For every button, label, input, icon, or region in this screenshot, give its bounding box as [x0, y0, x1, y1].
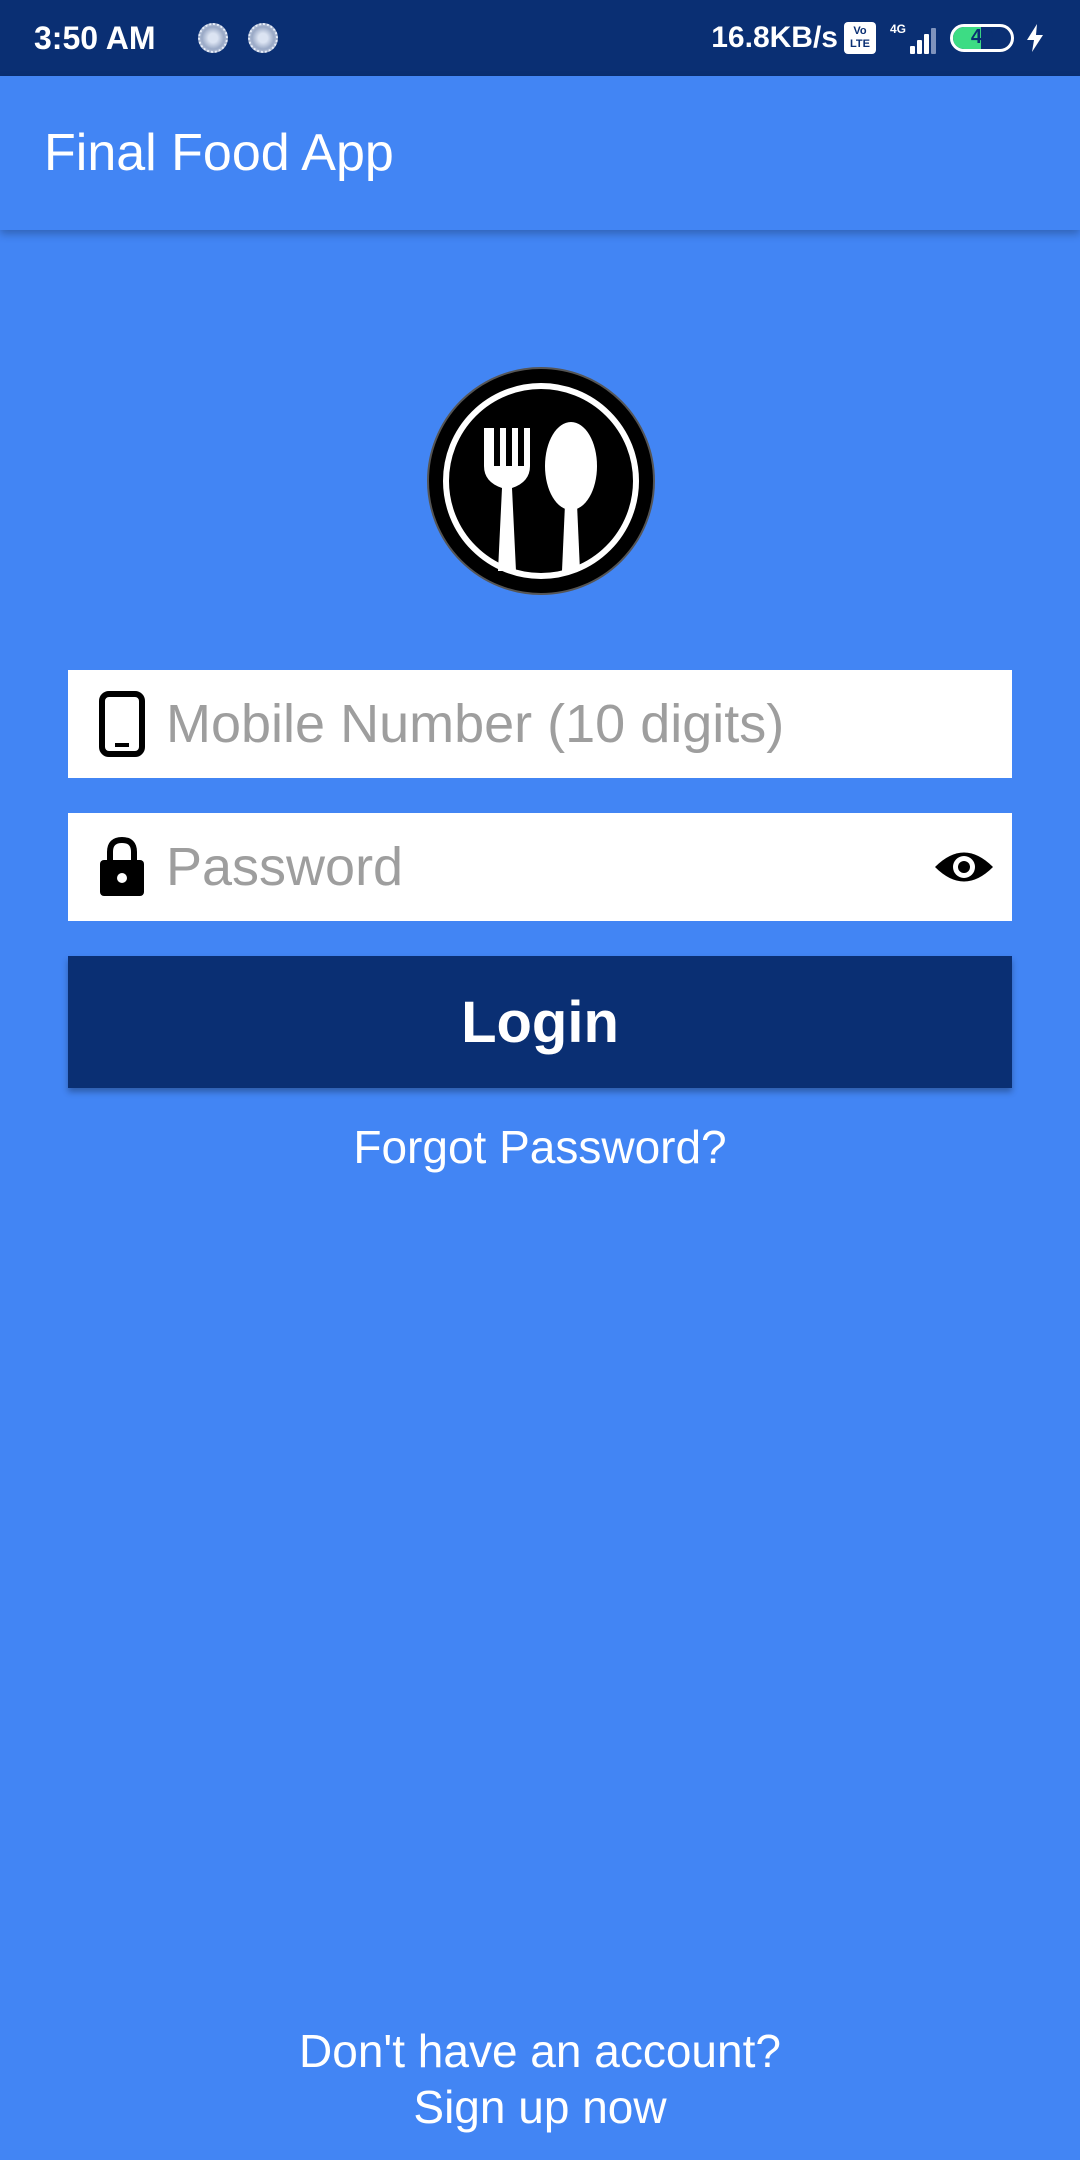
password-field[interactable] — [68, 813, 1012, 921]
signup-link[interactable]: Sign up now — [0, 2080, 1080, 2134]
network-speed: 16.8KB/s — [711, 21, 838, 54]
fork-spoon-logo-icon — [427, 367, 655, 595]
volte-icon: Vo LTE — [843, 22, 876, 54]
status-bar-left: 3:50 AM — [34, 20, 278, 57]
app-bar: Final Food App — [0, 76, 1080, 230]
mobile-input[interactable] — [166, 693, 1012, 755]
mobile-field[interactable] — [68, 670, 1012, 778]
network-type: 4G — [889, 22, 906, 36]
sync-spinner-icon — [247, 23, 278, 53]
charging-bolt-icon — [1027, 24, 1043, 52]
status-bar-right: 16.8KB/s Vo LTE 4G 49 — [711, 21, 1046, 55]
signal-icon: 4G — [890, 22, 936, 54]
app-title: Final Food App — [44, 124, 394, 182]
battery-icon: 49 — [950, 24, 1014, 52]
status-time: 3:50 AM — [34, 19, 156, 56]
battery-level: 49 — [970, 26, 994, 48]
volte-bottom-label: LTE — [850, 38, 870, 50]
lock-icon — [92, 832, 152, 902]
signup-prompt: Don't have an account? — [299, 2025, 781, 2077]
phone-icon — [92, 689, 152, 759]
password-input[interactable] — [166, 836, 932, 898]
forgot-password-link[interactable]: Forgot Password? — [0, 1120, 1080, 1174]
sync-spinner-icon — [197, 23, 228, 53]
status-bar: 3:50 AM 16.8KB/s Vo LTE 4G 49 — [0, 0, 1080, 76]
eye-icon[interactable] — [932, 842, 996, 892]
volte-top-label: Vo — [853, 25, 867, 37]
login-button[interactable]: Login — [68, 956, 1012, 1088]
